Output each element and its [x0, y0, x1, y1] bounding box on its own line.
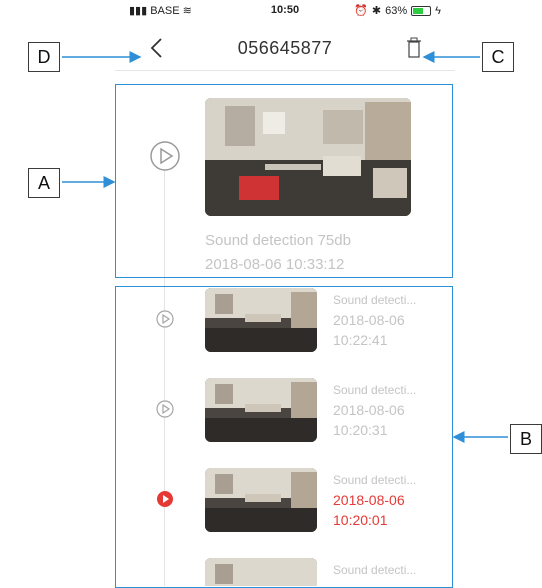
annotation-arrows: [62, 51, 508, 443]
